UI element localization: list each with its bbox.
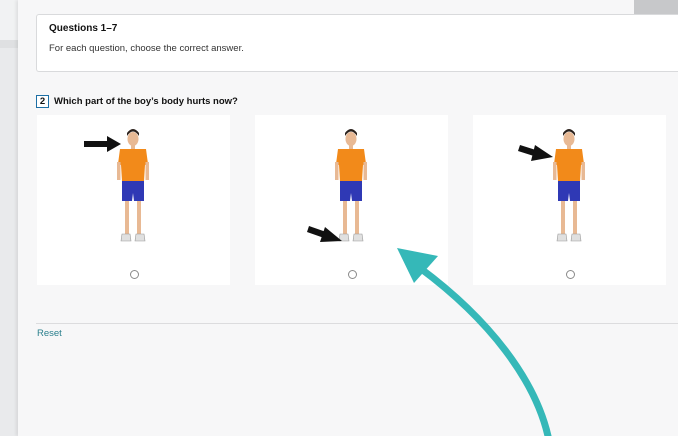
annotation-arrow-overlay [397,248,552,436]
annotation-arrow-shaft [416,264,552,436]
